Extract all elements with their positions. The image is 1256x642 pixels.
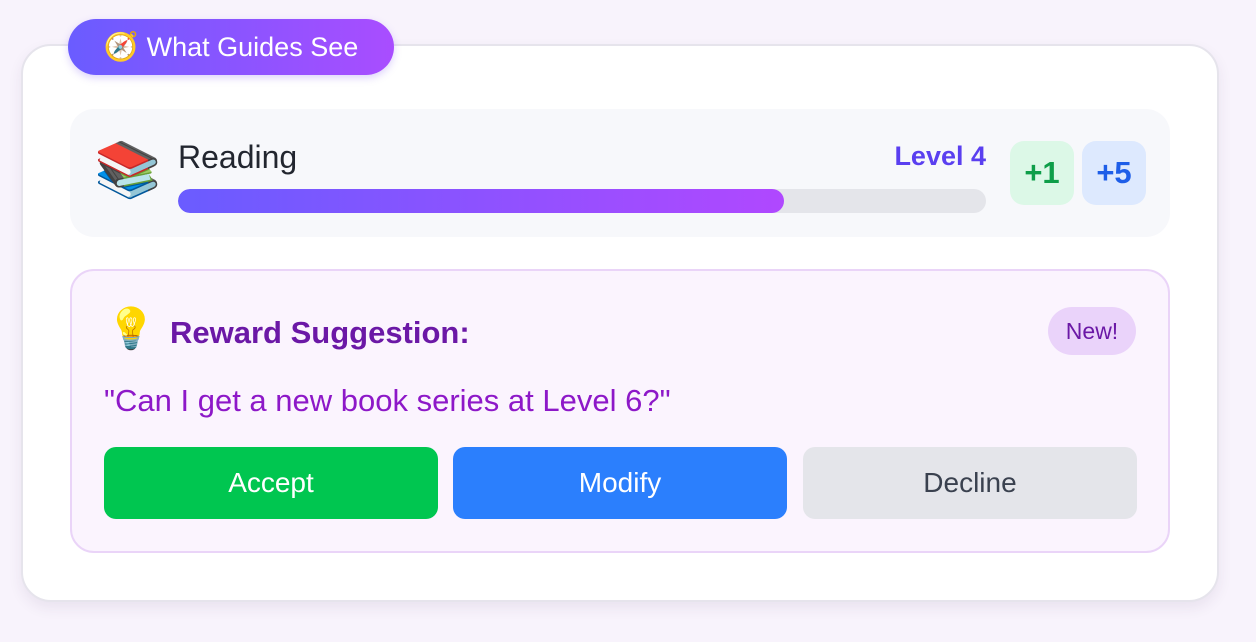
new-badge: New! [1048, 307, 1136, 355]
add-5-points-button[interactable]: +5 [1082, 141, 1146, 205]
section-title-pill: 🧭 What Guides See [68, 19, 394, 75]
skill-row-reading: 📚 Reading Level 4 +1 +5 [70, 109, 1170, 237]
accept-button[interactable]: Accept [104, 447, 438, 519]
skill-progress-bar [178, 189, 986, 213]
suggestion-quote: "Can I get a new book series at Level 6?… [104, 383, 671, 418]
reward-suggestion-title: Reward Suggestion: [170, 315, 470, 350]
books-icon: 📚 [94, 140, 162, 200]
skill-name: Reading [178, 139, 298, 175]
add-1-point-button[interactable]: +1 [1010, 141, 1074, 205]
modify-button[interactable]: Modify [453, 447, 787, 519]
compass-icon: 🧭 [103, 31, 139, 62]
skill-progress-fill [178, 189, 784, 213]
section-title: What Guides See [146, 31, 359, 62]
decline-button[interactable]: Decline [803, 447, 1137, 519]
skill-level: Level 4 [894, 141, 986, 171]
lightbulb-icon: 💡 [106, 307, 156, 351]
reward-suggestion-card: 💡 Reward Suggestion: New! "Can I get a n… [70, 269, 1170, 553]
